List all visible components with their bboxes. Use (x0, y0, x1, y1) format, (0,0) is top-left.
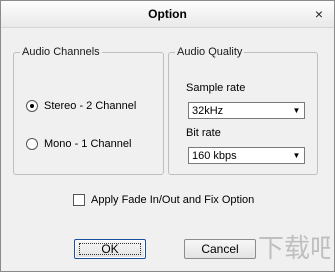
option-dialog: Option × Audio Channels Stereo - 2 Chann… (0, 0, 335, 272)
cancel-button[interactable]: Cancel (184, 239, 256, 259)
stereo-radio-button[interactable] (26, 100, 38, 112)
ok-button-label: OK (101, 242, 119, 256)
chevron-down-icon[interactable]: ▼ (290, 104, 303, 117)
audio-quality-group: Audio Quality Sample rate 32kHz ▼ Bit ra… (168, 46, 318, 175)
stereo-radio-label: Stereo - 2 Channel (44, 100, 137, 112)
bit-rate-select[interactable]: 160 kbps ▼ (188, 147, 305, 164)
mono-radio-option[interactable]: Mono - 1 Channel (26, 138, 131, 150)
ok-button[interactable]: OK (74, 239, 146, 259)
sample-rate-value: 32kHz (192, 105, 224, 117)
sample-rate-select[interactable]: 32kHz ▼ (188, 102, 305, 119)
sample-rate-label: Sample rate (186, 82, 246, 94)
chevron-down-icon[interactable]: ▼ (290, 149, 303, 162)
stereo-radio-option[interactable]: Stereo - 2 Channel (26, 100, 136, 112)
watermark-text: 下载吧 (258, 234, 330, 264)
audio-quality-legend: Audio Quality (177, 46, 243, 58)
close-icon[interactable]: × (310, 5, 328, 23)
fade-option-label: Apply Fade In/Out and Fix Option (91, 194, 255, 206)
fade-option-checkbox[interactable] (73, 194, 85, 206)
audio-channels-legend: Audio Channels (22, 46, 100, 58)
audio-channels-group: Audio Channels Stereo - 2 Channel Mono -… (13, 46, 164, 175)
bit-rate-value: 160 kbps (192, 150, 237, 162)
dialog-title: Option (148, 7, 187, 21)
mono-radio-button[interactable] (26, 138, 38, 150)
fade-option-row[interactable]: Apply Fade In/Out and Fix Option (73, 194, 254, 206)
mono-radio-label: Mono - 1 Channel (44, 138, 132, 150)
title-bar: Option × (1, 1, 334, 28)
bit-rate-label: Bit rate (186, 127, 221, 139)
watermark-logo: 下载吧 (258, 234, 330, 264)
cancel-button-label: Cancel (201, 242, 239, 256)
